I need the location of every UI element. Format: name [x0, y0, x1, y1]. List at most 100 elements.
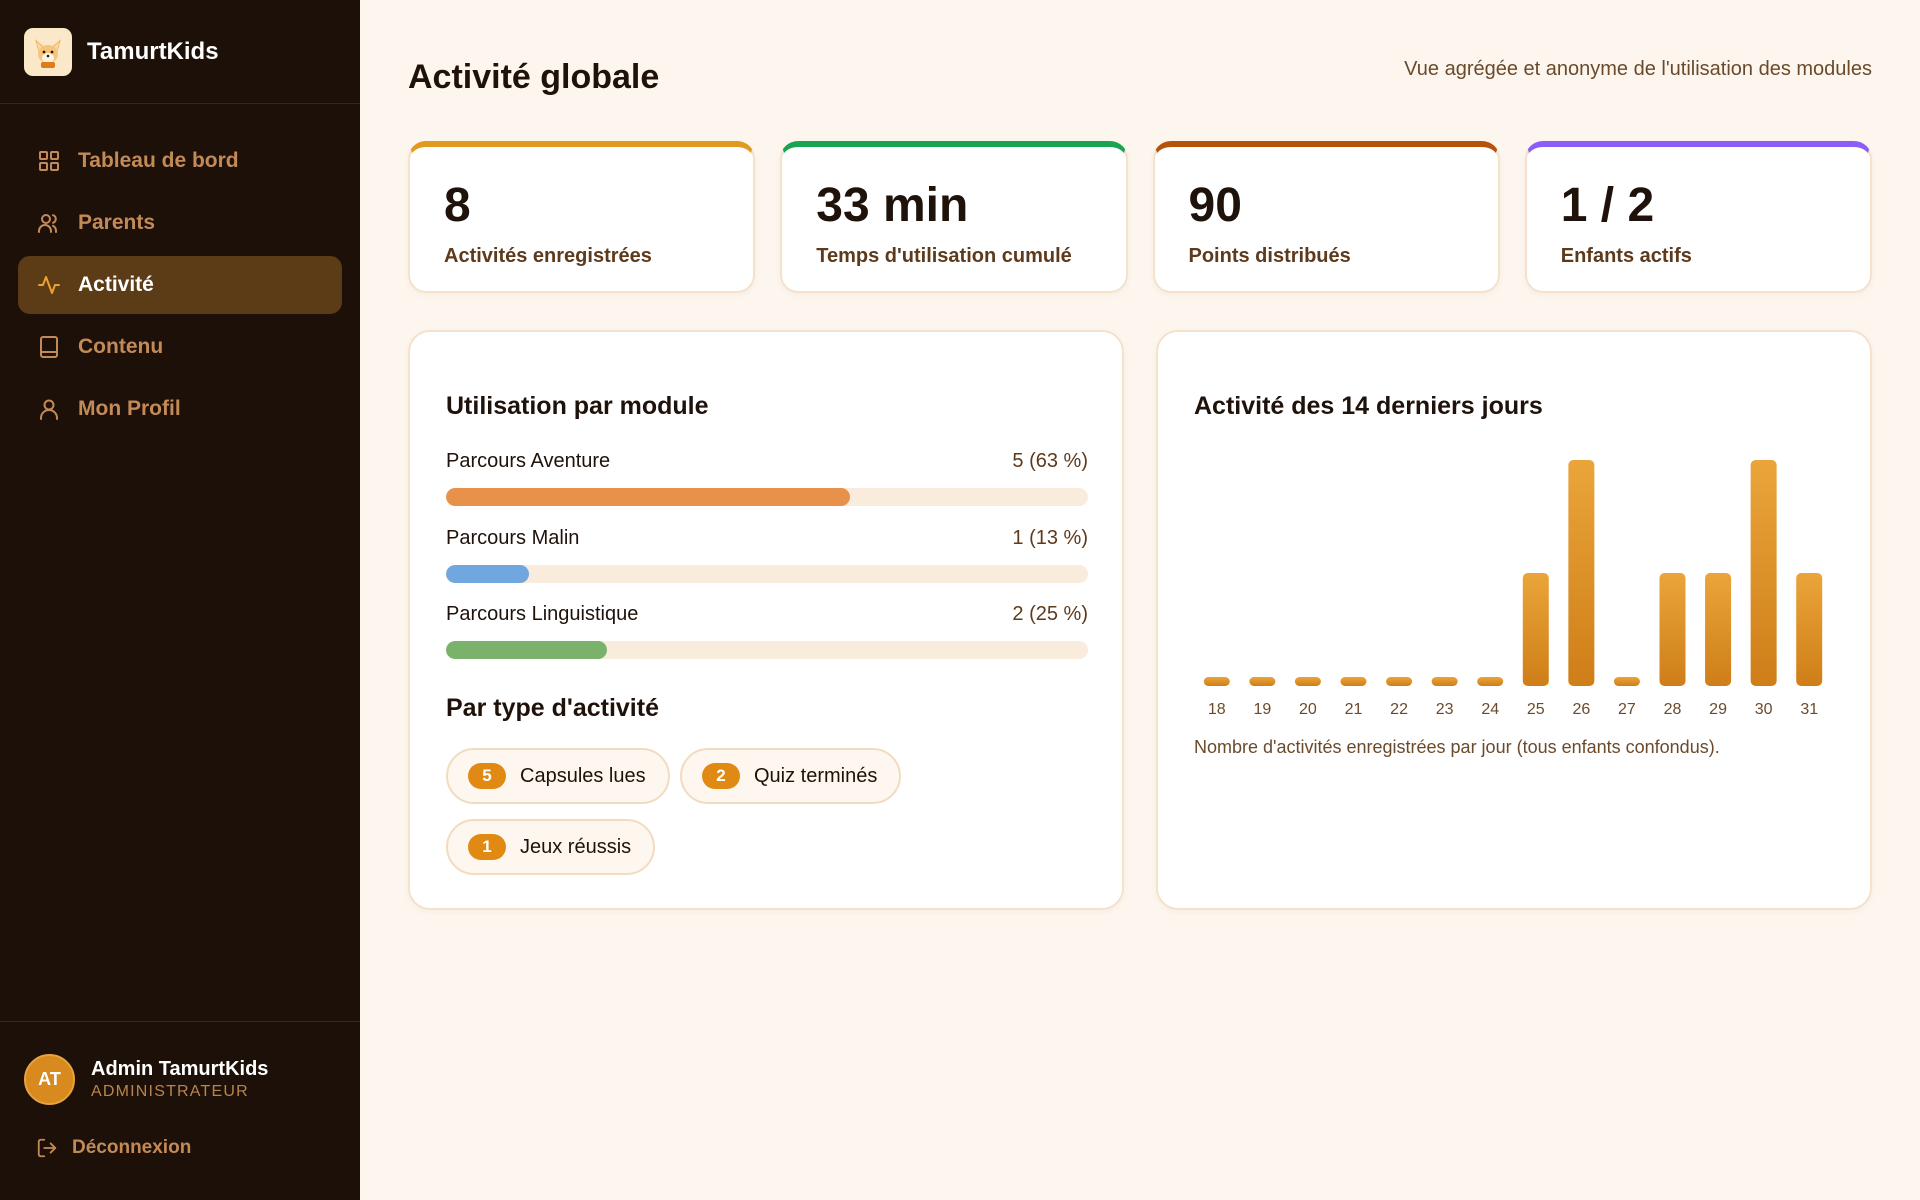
stat-label: Enfants actifs: [1560, 245, 1692, 267]
chart-tick-label: 22: [1390, 701, 1408, 718]
sidebar: TamurtKids Tableau de bord Parents Activ…: [0, 0, 360, 1200]
sidebar-item-parents[interactable]: Parents: [18, 194, 342, 252]
module-usage-panel: Utilisation par module Parcours Aventure…: [408, 330, 1124, 910]
progress-fill: [446, 641, 607, 659]
chart-tick-label: 23: [1436, 701, 1454, 718]
sidebar-footer: AT Admin TamurtKids ADMINISTRATEUR Décon…: [0, 1021, 360, 1200]
chart-bar: [1203, 677, 1230, 686]
sidebar-item-activite[interactable]: Activité: [18, 256, 342, 314]
module-value: 5 (63 %): [1012, 450, 1088, 472]
logout-button[interactable]: Déconnexion: [0, 1137, 360, 1159]
module-name: Parcours Aventure: [446, 450, 611, 472]
stat-value: 33 min: [816, 179, 969, 232]
chip-jeux-reussis: 1 Jeux réussis: [446, 819, 656, 875]
user-role: ADMINISTRATEUR: [91, 1082, 249, 1100]
main-content: Activité globale Vue agrégée et anonyme …: [360, 0, 1920, 1200]
stat-value: 1 / 2: [1560, 179, 1655, 232]
sidebar-item-label: Activité: [78, 273, 154, 296]
sidebar-item-contenu[interactable]: Contenu: [18, 318, 342, 376]
stat-value: 8: [444, 179, 471, 232]
chip-quiz-termines: 2 Quiz terminés: [680, 748, 902, 804]
chip-count: 1: [468, 834, 506, 860]
activity-bar-chart: 18 19 20 21 22 23 24 25 26 27 28 29 30 31: [1203, 460, 1823, 718]
chart-bar: [1431, 677, 1458, 686]
stat-label: Activités enregistrées: [444, 245, 652, 267]
chart-bar: [1522, 573, 1549, 686]
chart-tick-label: 21: [1345, 701, 1363, 718]
sidebar-item-tableau-de-bord[interactable]: Tableau de bord: [18, 132, 342, 190]
stats-row: 8 Activités enregistrées 33 min Temps d'…: [408, 141, 1872, 293]
sidebar-nav: Tableau de bord Parents Activité Contenu…: [0, 104, 360, 438]
page-title: Activité globale: [408, 58, 660, 96]
panel-title: Utilisation par module: [446, 392, 709, 420]
chart-tick-label: 29: [1709, 701, 1727, 718]
user-icon: [36, 396, 62, 422]
chart-tick-label: 28: [1664, 701, 1682, 718]
stat-card-activites: 8 Activités enregistrées: [408, 141, 756, 293]
chip-count: 2: [702, 763, 740, 789]
stat-label: Temps d'utilisation cumulé: [816, 245, 1072, 267]
chip-label: Quiz terminés: [754, 764, 878, 787]
grid-icon: [36, 148, 62, 174]
module-name: Parcours Malin: [446, 527, 580, 549]
logout-icon: [36, 1137, 58, 1159]
chart-tick-label: 24: [1481, 701, 1499, 718]
activity-chart-panel: Activité des 14 derniers jours 18 19 20 21 2…: [1156, 330, 1872, 910]
module-value: 2 (25 %): [1012, 603, 1088, 625]
stat-label: Points distribués: [1188, 245, 1351, 267]
module-row-malin: Parcours Malin 1 (13 %): [446, 527, 1088, 583]
stat-card-temps: 33 min Temps d'utilisation cumulé: [780, 141, 1128, 293]
user-card: AT Admin TamurtKids ADMINISTRATEUR: [0, 1022, 360, 1105]
chart-tick-label: 30: [1755, 701, 1773, 718]
module-row-linguistique: Parcours Linguistique 2 (25 %): [446, 603, 1088, 659]
chart-tick-label: 19: [1253, 701, 1271, 718]
progress-fill: [446, 488, 851, 506]
sidebar-item-label: Parents: [78, 211, 156, 234]
chart-tick-label: 18: [1208, 701, 1226, 718]
sidebar-item-label: Mon Profil: [78, 397, 181, 420]
chart-bar: [1477, 677, 1504, 686]
stat-card-points: 90 Points distribués: [1152, 141, 1500, 293]
chart-tick-label: 27: [1618, 701, 1636, 718]
chart-tick-label: 20: [1299, 701, 1317, 718]
chart-bar: [1705, 573, 1732, 686]
brand[interactable]: TamurtKids: [0, 0, 360, 104]
progress-track: [446, 641, 1088, 659]
chip-count: 5: [468, 763, 506, 789]
chart-bar: [1568, 460, 1595, 686]
fennec-fox-icon: [24, 27, 72, 76]
chip-label: Capsules lues: [520, 764, 646, 787]
activity-types-title: Par type d'activité: [446, 694, 659, 722]
progress-track: [446, 565, 1088, 583]
chart-bar: [1659, 573, 1686, 686]
page-subtitle: Vue agrégée et anonyme de l'utilisation …: [1404, 58, 1872, 80]
brand-name: TamurtKids: [87, 37, 219, 65]
avatar: AT: [24, 1054, 75, 1105]
activity-icon: [36, 272, 62, 298]
chart-bar: [1249, 677, 1276, 686]
stat-value: 90: [1188, 179, 1242, 232]
chip-capsules-lues: 5 Capsules lues: [446, 748, 670, 804]
chip-label: Jeux réussis: [520, 835, 632, 858]
chart-caption: Nombre d'activités enregistrées par jour…: [1194, 737, 1720, 757]
chart-bar: [1796, 573, 1823, 686]
stat-card-enfants: 1 / 2 Enfants actifs: [1524, 141, 1872, 293]
chart-bar: [1294, 677, 1321, 686]
module-name: Parcours Linguistique: [446, 603, 639, 625]
progress-fill: [446, 565, 530, 583]
chart-bar: [1386, 677, 1413, 686]
module-value: 1 (13 %): [1012, 527, 1088, 549]
chart-tick-label: 25: [1527, 701, 1545, 718]
book-icon: [36, 334, 62, 360]
user-name: Admin TamurtKids: [91, 1057, 269, 1080]
users-icon: [36, 210, 62, 236]
sidebar-item-label: Tableau de bord: [78, 149, 239, 172]
sidebar-item-label: Contenu: [78, 335, 164, 358]
module-row-aventure: Parcours Aventure 5 (63 %): [446, 450, 1088, 506]
chart-bar: [1750, 460, 1777, 686]
sidebar-item-mon-profil[interactable]: Mon Profil: [18, 380, 342, 438]
chart-tick-label: 31: [1800, 701, 1818, 718]
progress-track: [446, 488, 1088, 506]
chart-tick-label: 26: [1572, 701, 1590, 718]
logout-label: Déconnexion: [72, 1137, 192, 1158]
